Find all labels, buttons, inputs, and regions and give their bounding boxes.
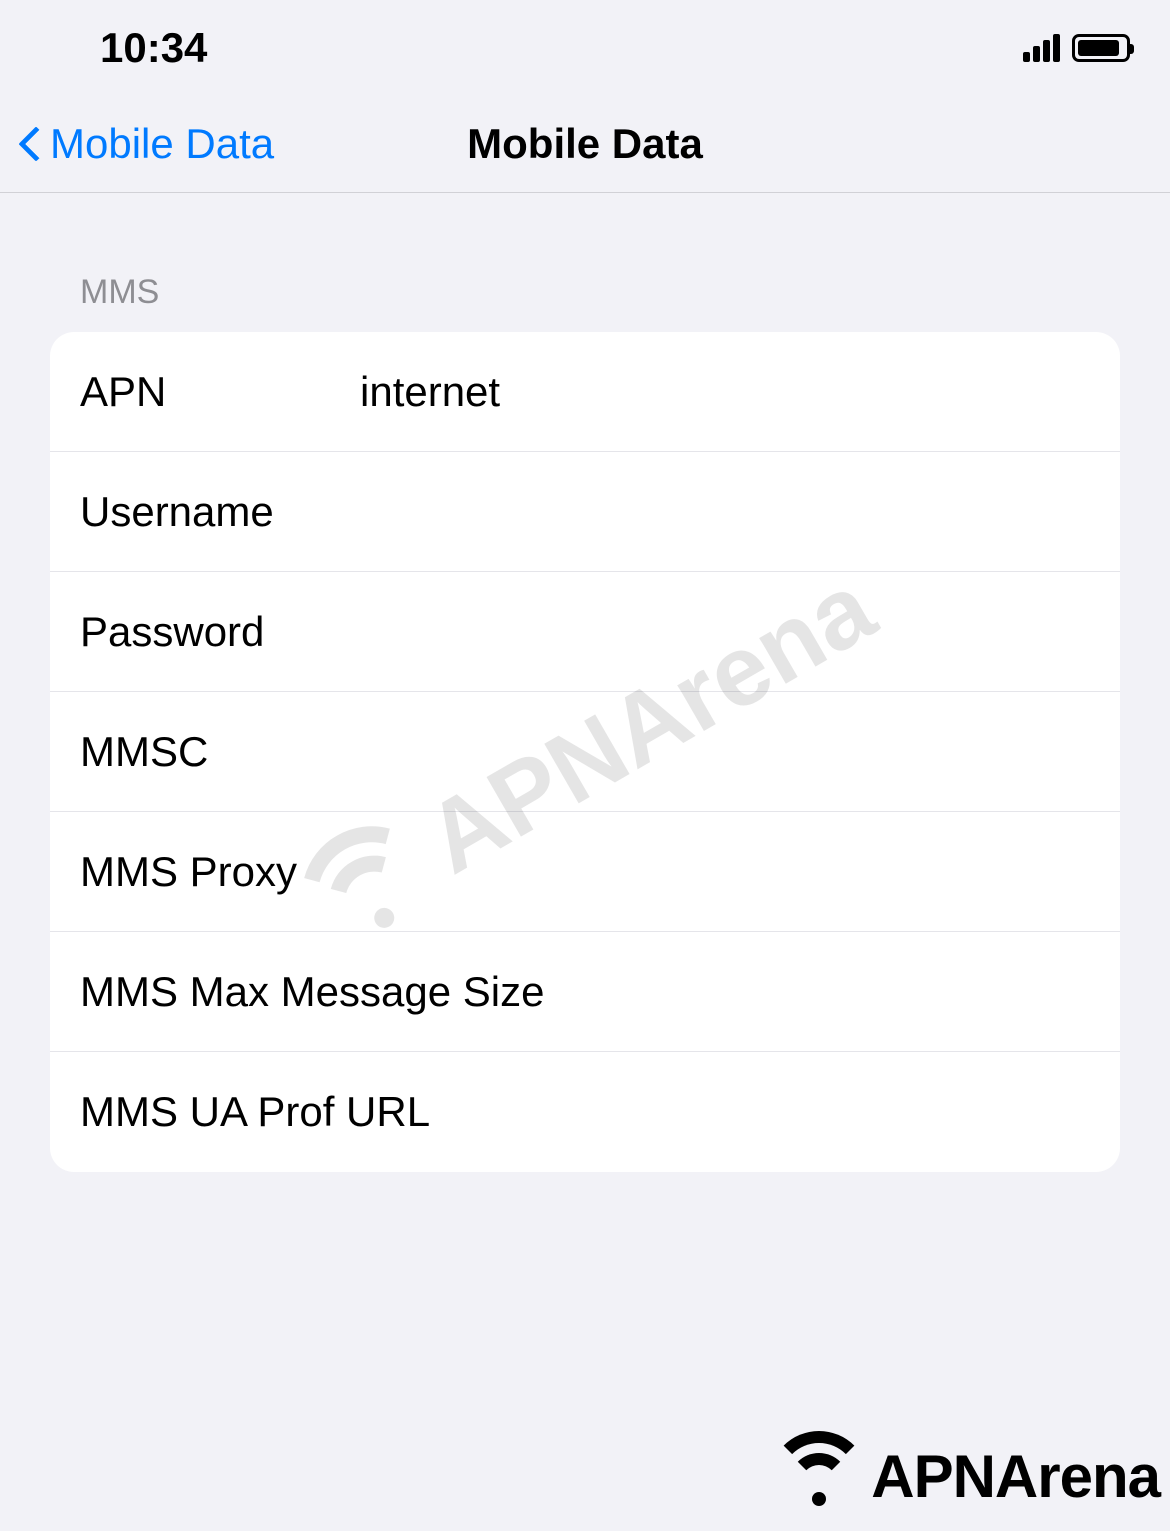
brand-text: APNArena <box>871 1442 1160 1511</box>
row-mms-proxy[interactable]: MMS Proxy <box>50 812 1120 932</box>
input-mms-proxy[interactable] <box>360 848 1090 896</box>
page-title: Mobile Data <box>467 120 703 168</box>
back-button[interactable]: Mobile Data <box>20 120 274 168</box>
label-mms-max-size: MMS Max Message Size <box>80 968 544 1016</box>
row-mmsc[interactable]: MMSC <box>50 692 1120 812</box>
row-mms-ua-prof[interactable]: MMS UA Prof URL <box>50 1052 1120 1172</box>
label-password: Password <box>80 608 360 656</box>
section-header-mms: MMS <box>50 233 1120 332</box>
input-apn[interactable] <box>360 368 1090 416</box>
status-time: 10:34 <box>100 24 207 72</box>
input-password[interactable] <box>360 608 1090 656</box>
input-mmsc[interactable] <box>360 728 1090 776</box>
input-mms-ua-prof[interactable] <box>430 1088 1090 1136</box>
label-mmsc: MMSC <box>80 728 360 776</box>
label-mms-ua-prof: MMS UA Prof URL <box>80 1088 430 1136</box>
branding: APNArena <box>769 1441 1160 1511</box>
content-area: MMS APN Username Password MMSC MMS Proxy… <box>0 193 1170 1172</box>
row-password[interactable]: Password <box>50 572 1120 692</box>
back-button-label: Mobile Data <box>50 120 274 168</box>
wifi-icon <box>769 1441 869 1511</box>
label-username: Username <box>80 488 360 536</box>
settings-group-mms: APN Username Password MMSC MMS Proxy MMS… <box>50 332 1120 1172</box>
row-apn[interactable]: APN <box>50 332 1120 452</box>
input-username[interactable] <box>360 488 1090 536</box>
row-mms-max-size[interactable]: MMS Max Message Size <box>50 932 1120 1052</box>
navigation-bar: Mobile Data Mobile Data <box>0 95 1170 193</box>
label-mms-proxy: MMS Proxy <box>80 848 360 896</box>
status-bar: 10:34 <box>0 0 1170 95</box>
signal-icon <box>1023 34 1060 62</box>
label-apn: APN <box>80 368 360 416</box>
status-indicators <box>1023 34 1130 62</box>
row-username[interactable]: Username <box>50 452 1120 572</box>
battery-icon <box>1072 34 1130 62</box>
input-mms-max-size[interactable] <box>544 968 1090 1016</box>
chevron-back-icon <box>20 124 42 164</box>
